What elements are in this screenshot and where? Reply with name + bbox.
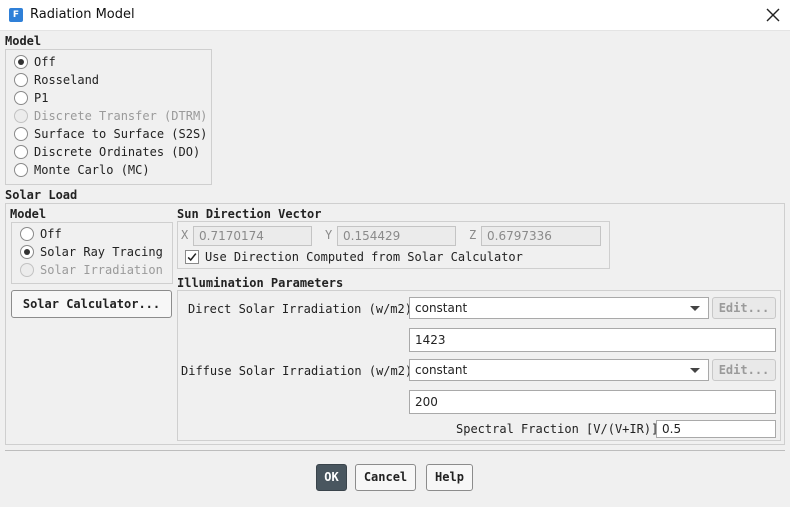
diffuse-irradiation-input[interactable]: 200 [409,390,776,414]
radio-label: Off [40,227,62,241]
fluent-app-icon: F [9,8,23,22]
direct-irradiation-input[interactable]: 1423 [409,328,776,352]
solar-model-frame: Off Solar Ray Tracing Solar Irradiation [11,222,173,284]
diffuse-method-select[interactable]: constant [409,359,709,381]
direct-irradiation-label: Direct Solar Irradiation (w/m2) [188,302,412,316]
window-title: Radiation Model [30,7,135,22]
illumination-frame: Direct Solar Irradiation (w/m2) constant… [177,290,781,441]
radio-label: Rosseland [34,73,100,87]
radio-label: Discrete Transfer (DTRM) [34,109,208,123]
cancel-button[interactable]: Cancel [355,464,416,491]
radio-label: Off [34,55,56,69]
illumination-label: Illumination Parameters [177,276,344,290]
help-button[interactable]: Help [426,464,473,491]
radio-button[interactable] [14,145,28,159]
diffuse-method-value: constant [415,363,468,377]
radio-label: Surface to Surface (S2S) [34,127,208,141]
spectral-fraction-input[interactable]: 0.5 [656,420,776,438]
radio-button[interactable] [14,163,28,177]
sun-x-input: 0.7170174 [193,226,312,246]
chevron-down-icon [690,368,700,373]
radio-button[interactable] [14,127,28,141]
ok-button[interactable]: OK [316,464,347,491]
model-section-label: Model [5,34,42,48]
x-label: X [181,228,189,242]
sun-y-input: 0.154429 [337,226,456,246]
radio-button[interactable] [14,91,28,105]
model-frame: Off Rosseland P1 Discrete Transfer (DTRM… [5,49,212,185]
solar-load-frame: Model Off Solar Ray Tracing Solar Irradi… [5,203,785,445]
diffuse-edit-button: Edit... [712,359,776,381]
solar-calculator-button[interactable]: Solar Calculator... [11,290,172,318]
direct-edit-button: Edit... [712,297,776,319]
direct-method-select[interactable]: constant [409,297,709,319]
radio-button [20,263,34,277]
spectral-fraction-label: Spectral Fraction [V/(V+IR)] [456,422,659,436]
sun-direction-frame: X 0.7170174 Y 0.154429 Z 0.6797336 Use D… [177,221,610,269]
radio-label: Monte Carlo (MC) [34,163,150,177]
radio-label: Discrete Ordinates (DO) [34,145,201,159]
solar-model-label: Model [10,207,47,221]
z-label: Z [469,228,477,242]
radio-button[interactable] [14,55,28,69]
radio-button[interactable] [20,227,34,241]
radio-button [14,109,28,123]
footer-separator [5,450,785,451]
solar-load-label: Solar Load [5,188,78,202]
radio-label: P1 [34,91,49,105]
radio-label: Solar Irradiation [40,263,163,277]
diffuse-irradiation-label: Diffuse Solar Irradiation (w/m2) [181,364,413,378]
title-bar: F Radiation Model [0,0,790,31]
direct-method-value: constant [415,301,468,315]
use-calculator-label: Use Direction Computed from Solar Calcul… [205,250,523,264]
close-icon[interactable] [764,6,782,24]
chevron-down-icon [690,306,700,311]
radio-button[interactable] [20,245,34,259]
radio-label: Solar Ray Tracing [40,245,163,259]
use-calculator-checkbox[interactable] [185,250,199,264]
y-label: Y [325,228,333,242]
radio-button[interactable] [14,73,28,87]
sun-z-input: 0.6797336 [481,226,601,246]
sun-direction-label: Sun Direction Vector [177,207,322,221]
